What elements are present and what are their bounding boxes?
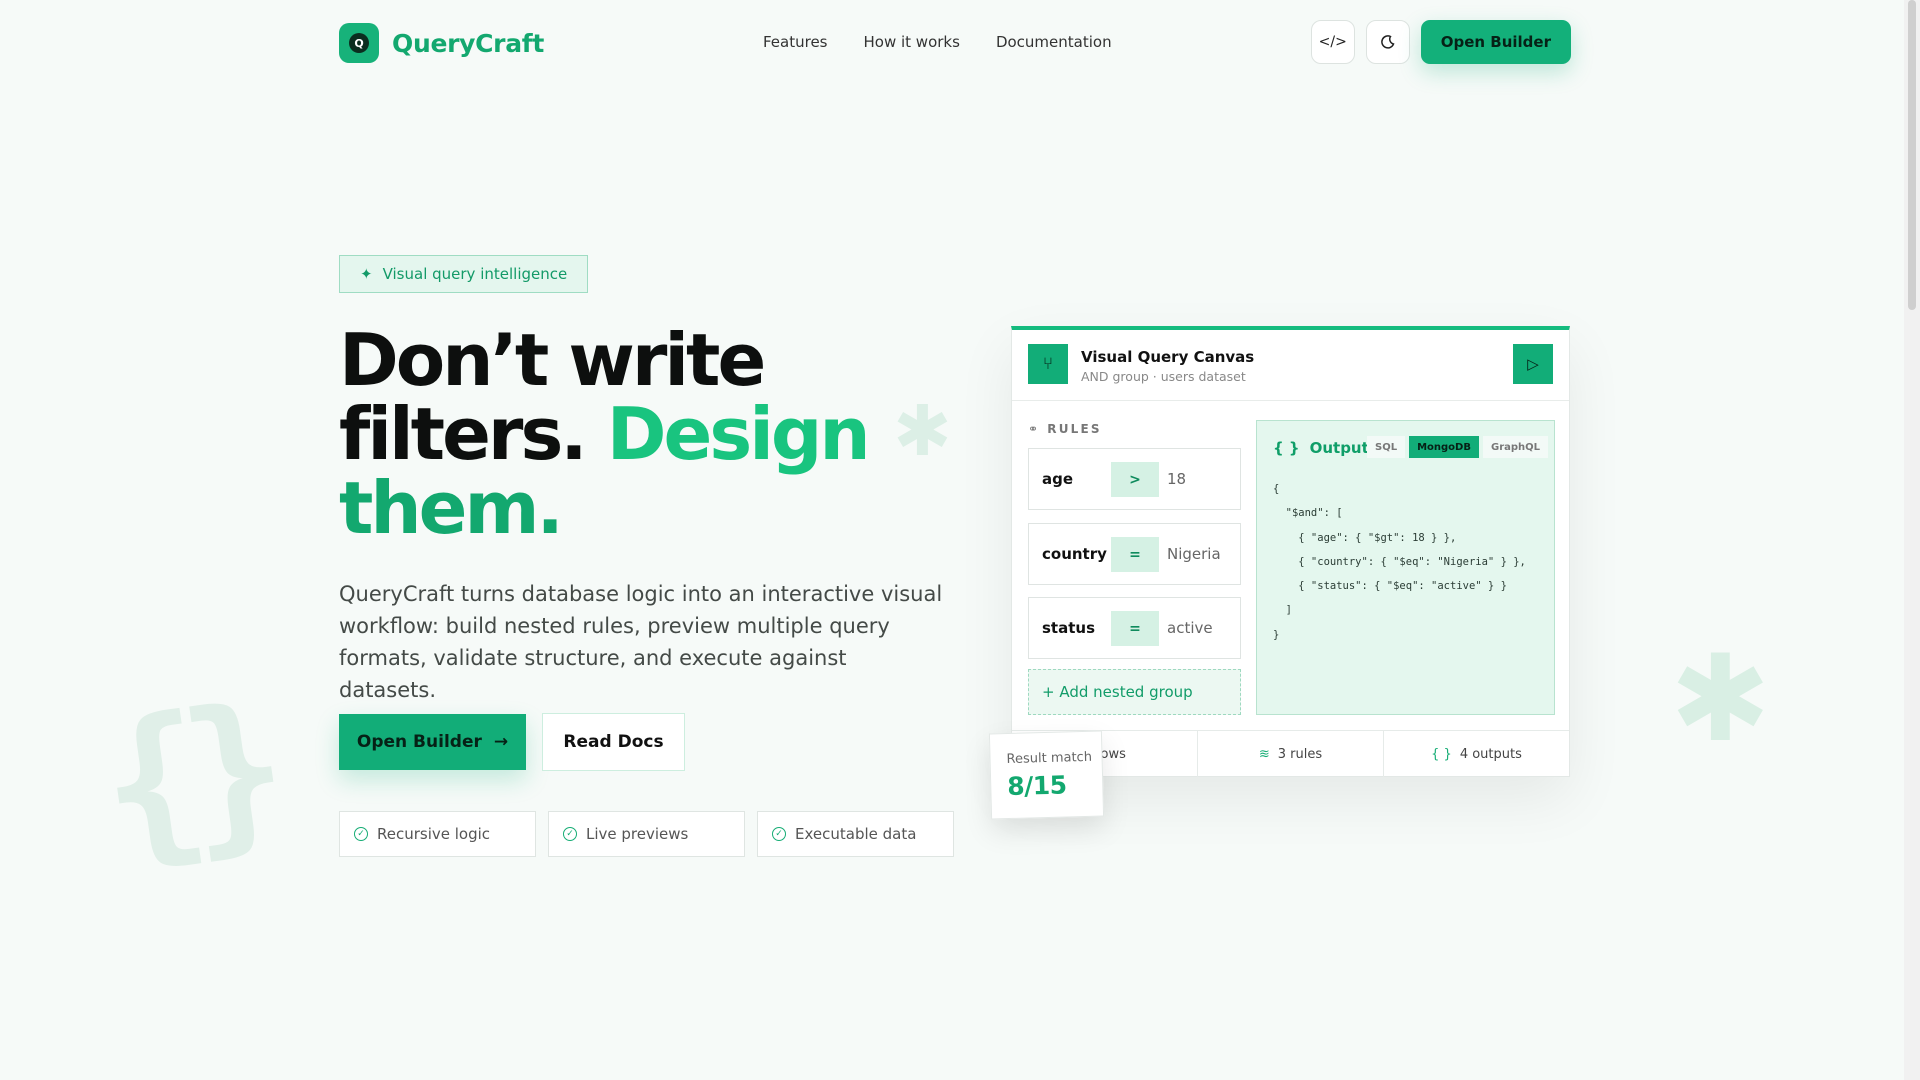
headline-part-1: Don’t write [339, 318, 766, 402]
feature-chip: ✓ Recursive logic [339, 811, 536, 857]
rules-heading-label: RULES [1047, 422, 1102, 436]
feature-chip-label: Executable data [795, 825, 917, 843]
rule-operator[interactable]: = [1111, 537, 1159, 572]
hero-headline: Don’t write filters. Design them. [339, 323, 899, 545]
logo-letter: Q [349, 33, 369, 53]
sparkle-icon: ✦ [360, 265, 373, 283]
canvas-header: ⑂ Visual Query Canvas AND group · users … [1028, 344, 1553, 386]
tab-graphql[interactable]: GraphQL [1482, 436, 1549, 458]
stat-rules: ≋ 3 rules [1198, 731, 1384, 777]
feature-chips: ✓ Recursive logic ✓ Live previews ✓ Executa… [339, 811, 954, 857]
feature-chip-label: Live previews [586, 825, 689, 843]
feature-chip-label: Recursive logic [377, 825, 491, 843]
rule-operator[interactable]: > [1111, 462, 1159, 497]
query-canvas-card: ⑂ Visual Query Canvas AND group · users … [1011, 326, 1570, 777]
stat-outputs: { } 4 outputs [1384, 731, 1569, 777]
moon-icon [1380, 35, 1395, 49]
open-builder-nav-button[interactable]: Open Builder [1420, 20, 1571, 64]
stat-rules-label: 3 rules [1277, 746, 1323, 762]
layers-icon: ≋ [1258, 746, 1270, 762]
scrollbar-thumb[interactable] [1908, 0, 1916, 310]
asterisk-decoration: ✱ [893, 390, 952, 472]
output-format-tabs: SQL MongoDB GraphQL [1367, 436, 1552, 458]
nav-link-documentation[interactable]: Documentation [996, 33, 1112, 51]
brand-name: QueryCraft [392, 28, 545, 58]
hero-badge-label: Visual query intelligence [382, 265, 568, 283]
top-navigation: Q QueryCraft Features How it works Docum… [339, 20, 1571, 66]
output-panel: { } Output SQL MongoDB GraphQL { "$and":… [1256, 420, 1555, 715]
arrow-right-icon: → [493, 732, 509, 752]
headline-accent-2: them. [339, 466, 564, 550]
hero-description: QueryCraft turns database logic into an … [339, 582, 943, 702]
braces-decoration: {} [89, 669, 280, 889]
nav-link-how-it-works[interactable]: How it works [864, 33, 960, 51]
theme-toggle-button[interactable] [1365, 20, 1410, 64]
open-builder-label: Open Builder [356, 732, 482, 752]
canvas-subtitle: AND group · users dataset [1081, 369, 1246, 384]
add-nested-group-button[interactable]: + Add nested group [1028, 669, 1241, 715]
check-circle-icon: ✓ [772, 827, 786, 841]
rule-field: country [1042, 545, 1107, 563]
feature-chip: ✓ Executable data [757, 811, 954, 857]
rule-value[interactable]: active [1167, 619, 1213, 637]
rule-operator[interactable]: = [1111, 611, 1159, 646]
nav-links: Features How it works Documentation [763, 33, 1112, 51]
rule-field: age [1042, 470, 1074, 488]
code-icon: </> [1318, 34, 1347, 50]
braces-icon: { } [1431, 746, 1452, 762]
brand-logo[interactable]: Q QueryCraft [339, 23, 544, 63]
divider [1012, 400, 1569, 401]
output-heading: { } Output [1273, 439, 1369, 457]
rule-row[interactable]: country = Nigeria [1028, 523, 1241, 585]
headline-part-2: filters. [339, 392, 588, 476]
rule-value[interactable]: Nigeria [1167, 545, 1221, 563]
rules-heading: ⚭ RULES [1028, 422, 1102, 436]
tab-sql[interactable]: SQL [1367, 436, 1406, 458]
logo-mark: Q [339, 23, 379, 63]
check-circle-icon: ✓ [563, 827, 577, 841]
read-docs-button[interactable]: Read Docs [542, 713, 685, 771]
result-match-value: 8/15 [1006, 770, 1067, 802]
code-view-button[interactable]: </> [1310, 20, 1355, 64]
rule-value[interactable]: 18 [1167, 470, 1186, 488]
link-icon: ⚭ [1028, 422, 1041, 436]
page-scrollbar[interactable] [1904, 0, 1920, 1080]
nav-actions: </> Open Builder [1310, 20, 1571, 64]
feature-chip: ✓ Live previews [548, 811, 745, 857]
headline-accent-1: Design [606, 392, 871, 476]
rule-field: status [1042, 619, 1095, 637]
play-icon: ▷ [1527, 355, 1539, 373]
branch-icon: ⑂ [1028, 344, 1068, 384]
check-circle-icon: ✓ [354, 827, 368, 841]
braces-icon: { } [1273, 439, 1300, 457]
stat-outputs-label: 4 outputs [1459, 746, 1522, 762]
rule-row[interactable]: age > 18 [1028, 448, 1241, 510]
hero-badge: ✦ Visual query intelligence [339, 255, 589, 293]
query-output-code: { "$and": [ { "age": { "$gt": 18 } }, { … [1273, 483, 1526, 641]
rule-row[interactable]: status = active [1028, 597, 1241, 659]
canvas-title: Visual Query Canvas [1081, 348, 1255, 366]
asterisk-decoration-large: ✱ [1670, 630, 1771, 769]
open-builder-button[interactable]: Open Builder → [339, 714, 526, 770]
tab-mongodb[interactable]: MongoDB [1409, 436, 1479, 458]
result-match-card: Result match 8/15 [988, 730, 1105, 820]
nav-link-features[interactable]: Features [763, 33, 828, 51]
output-heading-label: Output [1309, 439, 1369, 457]
run-query-button[interactable]: ▷ [1513, 344, 1553, 384]
result-match-label: Result match [1006, 749, 1093, 768]
